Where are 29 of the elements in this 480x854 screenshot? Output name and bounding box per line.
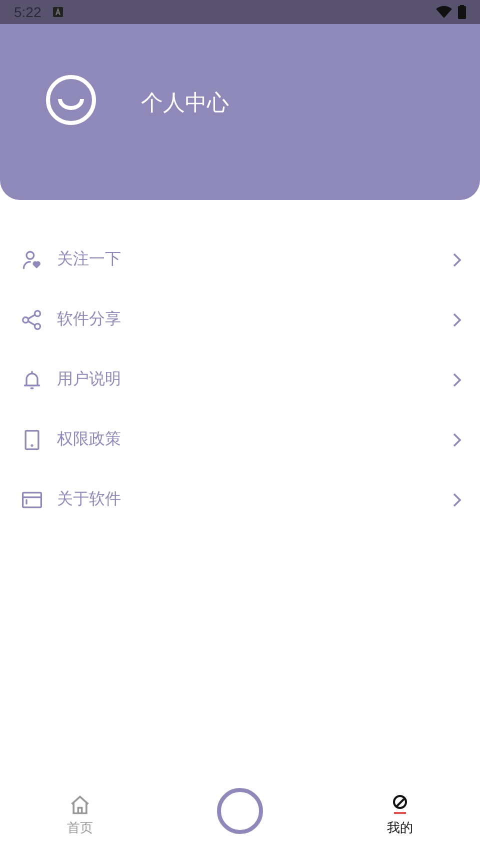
- menu-item[interactable]: 用户说明: [0, 350, 480, 410]
- menu-item[interactable]: 关于软件: [0, 470, 480, 530]
- menu-label: 关于软件: [57, 490, 121, 510]
- center-circle-button[interactable]: [217, 788, 263, 834]
- chevron-right-icon: [452, 492, 462, 508]
- user-heart-icon: [21, 249, 43, 271]
- tab[interactable]: 我的: [320, 794, 480, 838]
- tab[interactable]: 首页: [0, 794, 160, 838]
- notification-icon: [53, 7, 64, 17]
- menu-item[interactable]: 关注一下: [0, 230, 480, 290]
- status-time: 5:22: [14, 2, 42, 22]
- window-icon: [21, 489, 43, 511]
- home-icon: [69, 794, 91, 816]
- menu-item[interactable]: 软件分享: [0, 290, 480, 350]
- menu-item[interactable]: 权限政策: [0, 410, 480, 470]
- menu-label: 软件分享: [57, 310, 121, 330]
- chevron-right-icon: [452, 252, 462, 268]
- share-icon: [21, 309, 43, 331]
- wifi-icon: [436, 6, 452, 18]
- menu-label: 用户说明: [57, 370, 121, 390]
- chevron-right-icon: [452, 312, 462, 328]
- header-title: 个人中心: [141, 89, 229, 117]
- bell-icon: [21, 369, 43, 391]
- smiley-avatar-icon: [45, 74, 97, 126]
- menu-label: 关注一下: [57, 250, 121, 270]
- menu-label: 权限政策: [57, 430, 121, 450]
- chevron-right-icon: [452, 372, 462, 388]
- battery-icon: [458, 5, 466, 19]
- chevron-right-icon: [452, 432, 462, 448]
